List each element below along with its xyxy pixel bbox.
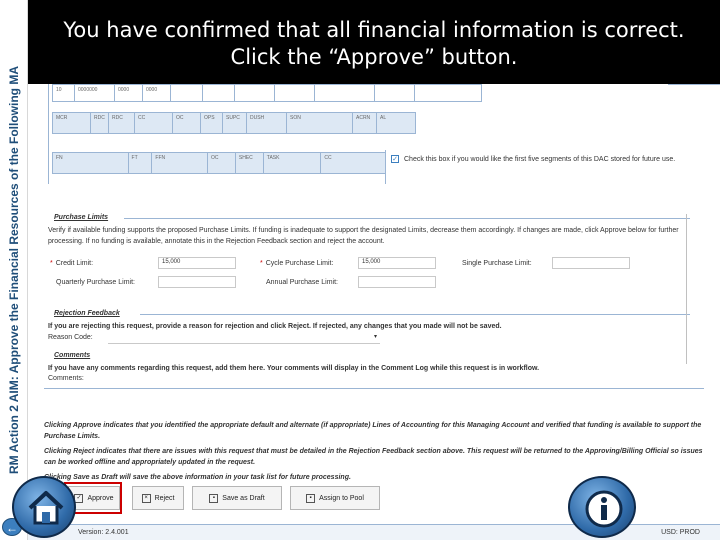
divider	[44, 388, 704, 389]
grid-header: SON	[287, 113, 353, 133]
rejection-instructions: If you are rejecting this request, provi…	[48, 323, 502, 330]
grid-cell[interactable]	[203, 85, 235, 101]
grid-header: CC	[321, 153, 385, 173]
divider	[385, 150, 386, 184]
save-icon: ▪	[209, 493, 219, 503]
version-text: Version: 2.4.001	[78, 529, 129, 536]
info-button[interactable]	[568, 476, 636, 538]
reject-note: Clicking Reject indicates that there are…	[44, 448, 703, 466]
single-limit-input[interactable]	[552, 257, 630, 269]
purchase-limits-title: Purchase Limits	[54, 214, 109, 221]
grid-header: MCR	[53, 113, 91, 133]
save-draft-button[interactable]: ▪ Save as Draft	[192, 486, 282, 510]
instruction-banner: You have confirmed that all financial in…	[28, 0, 720, 84]
rejection-feedback-title: Rejection Feedback	[54, 310, 120, 317]
cycle-limit-input[interactable]: 15,000	[358, 257, 436, 269]
accounting-row-headers-2: FN FT FFN OC SHEC TASK CC	[52, 152, 386, 174]
grid-cell[interactable]	[171, 85, 203, 101]
grid-header: SUPC	[223, 113, 247, 133]
divider	[124, 218, 690, 219]
comments-label: Comments:	[48, 375, 84, 382]
comments-title: Comments	[54, 352, 91, 359]
grid-header: AL	[377, 113, 415, 133]
grid-header: SHEC	[235, 153, 264, 173]
divider	[668, 84, 720, 85]
grid-cell[interactable]	[375, 85, 415, 101]
grid-cell[interactable]: 0000	[115, 85, 143, 101]
save-dac-checkbox[interactable]: ✓	[391, 155, 399, 164]
assign-pool-label: Assign to Pool	[319, 494, 364, 502]
grid-header: RDC	[109, 113, 135, 133]
form-content: 10 0000000 0000 0000 MCR RDC RDC CC OC O…	[28, 84, 720, 540]
environment-text: USD: PROD	[661, 529, 700, 536]
reason-code-select[interactable]: ▾	[108, 332, 380, 344]
accounting-row-headers: MCR RDC RDC CC OC OPS SUPC DUSH SON ACRN…	[52, 112, 416, 134]
grid-header: CC	[135, 113, 173, 133]
grid-cell[interactable]	[415, 85, 481, 101]
save-dac-label: Check this box if you would like the fir…	[404, 156, 676, 163]
divider	[140, 314, 690, 315]
instruction-line-1: You have confirmed that all financial in…	[63, 18, 685, 42]
cycle-limit-label: * Cycle Purchase Limit:	[260, 260, 334, 267]
annual-limit-label: Annual Purchase Limit:	[266, 279, 338, 286]
info-icon	[585, 490, 623, 528]
side-banner: RM Action 2 AIM: Approve the Financial R…	[0, 0, 28, 540]
reason-code-label: Reason Code:	[48, 334, 93, 341]
grid-cell[interactable]	[275, 85, 315, 101]
reject-icon: ×	[141, 493, 151, 503]
home-button[interactable]	[12, 476, 76, 538]
pool-icon: ▪	[306, 493, 316, 503]
grid-header: FFN	[152, 153, 209, 173]
grid-header: ACRN	[353, 113, 377, 133]
grid-cell[interactable]	[315, 85, 375, 101]
grid-cell[interactable]: 0000000	[75, 85, 115, 101]
divider	[48, 84, 49, 184]
credit-limit-label: * Credit Limit:	[50, 260, 94, 267]
assign-pool-button[interactable]: ▪ Assign to Pool	[290, 486, 380, 510]
home-icon	[28, 491, 64, 525]
quarterly-limit-label: Quarterly Purchase Limit:	[56, 279, 135, 286]
instruction-line-2: Click the “Approve” button.	[230, 45, 518, 69]
annual-limit-input[interactable]	[358, 276, 436, 288]
grid-header: TASK	[263, 153, 322, 173]
grid-header: DUSH	[247, 113, 287, 133]
comments-textarea[interactable]	[108, 373, 688, 385]
grid-header: FT	[128, 153, 153, 173]
grid-cell[interactable]: 10	[53, 85, 75, 101]
reject-label: Reject	[154, 494, 175, 502]
credit-limit-input[interactable]: 15,000	[158, 257, 236, 269]
purchase-limits-instructions: Verify if available funding supports the…	[48, 227, 679, 245]
quarterly-limit-input[interactable]	[158, 276, 236, 288]
approve-note: Clicking Approve indicates that you iden…	[44, 422, 702, 440]
save-draft-label: Save as Draft	[222, 494, 265, 502]
grid-cell[interactable]: 0000	[143, 85, 171, 101]
grid-header: RDC	[91, 113, 109, 133]
grid-cell[interactable]	[235, 85, 275, 101]
grid-header: FN	[53, 153, 129, 173]
reject-button[interactable]: × Reject	[132, 486, 184, 510]
single-limit-label: Single Purchase Limit:	[462, 260, 532, 267]
grid-header: OPS	[201, 113, 223, 133]
scrollbar[interactable]	[686, 214, 687, 364]
save-dac-option: ✓ Check this box if you would like the fi…	[391, 154, 720, 165]
slide-title: RM Action 2 AIM: Approve the Financial R…	[7, 65, 21, 475]
accounting-row-values: 10 0000000 0000 0000	[52, 84, 482, 102]
grid-header: OC	[173, 113, 201, 133]
grid-header: OC	[208, 153, 236, 173]
